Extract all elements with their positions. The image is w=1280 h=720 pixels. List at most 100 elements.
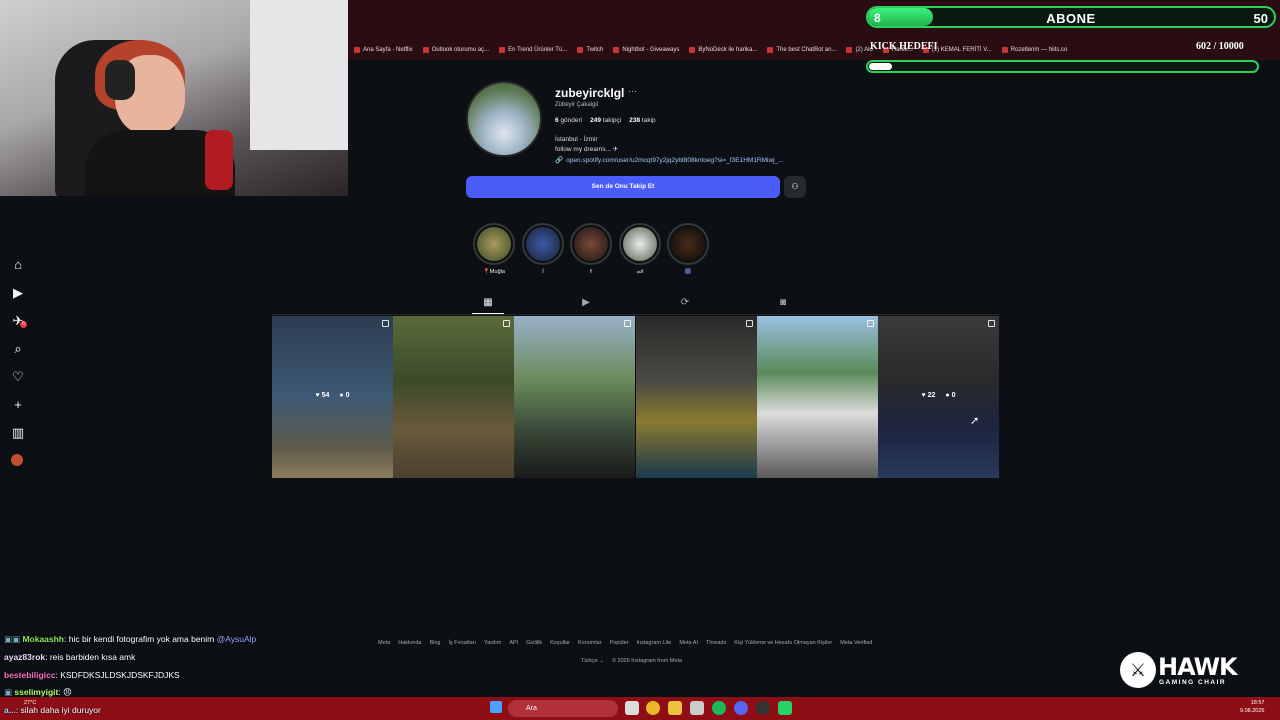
bookmark-favicon-icon	[846, 47, 853, 53]
store-icon[interactable]	[690, 701, 704, 715]
bio-line: follow my dreams... ✈	[555, 146, 619, 153]
whatsapp-icon[interactable]	[778, 701, 792, 715]
profile-avatar-icon[interactable]	[11, 454, 23, 466]
bookmark-favicon-icon	[1001, 47, 1008, 53]
footer-link[interactable]: Threads	[706, 640, 726, 646]
bio-link-text: open.spotify.com/user/u2mcqt97y2jq2ybt80…	[566, 156, 784, 164]
reels-icon[interactable]: ▶	[11, 286, 25, 300]
home-icon[interactable]: ⌂	[11, 258, 25, 272]
profile-stats: 6 gönderi 249 takipçi 238 takip	[555, 117, 656, 124]
footer-link[interactable]: Hakkında	[398, 640, 421, 646]
highlight-ring	[619, 223, 661, 265]
footer-link[interactable]: API	[509, 640, 518, 646]
file-explorer-icon[interactable]	[668, 701, 682, 715]
chat-badges-icon: ▣▣	[4, 634, 21, 644]
bookmark-item[interactable]: (2) Alo	[846, 47, 873, 53]
footer-link[interactable]: İş Fırsatları	[449, 640, 477, 646]
windows-start-icon[interactable]	[490, 701, 502, 713]
chat-username: a...	[4, 705, 16, 715]
obs-icon[interactable]	[756, 701, 770, 715]
bookmark-item[interactable]: En Trend Ürünler Tü...	[499, 47, 567, 53]
add-user-icon[interactable]: ⚇	[784, 176, 806, 198]
kick-goal-fill	[869, 63, 893, 70]
followers-count: 249	[590, 117, 601, 124]
footer-link[interactable]: Instagram Lite	[637, 640, 672, 646]
footer-link[interactable]: Meta Verified	[840, 640, 872, 646]
post-thumbnail[interactable]	[514, 316, 635, 478]
highlight-item[interactable]: 🎆	[667, 223, 709, 275]
more-options-icon[interactable]: ···	[628, 86, 637, 96]
highlight-ring	[667, 223, 709, 265]
footer-link[interactable]: Kişi Yükleme ve Hesabı Olmayan Kişiler	[734, 640, 832, 646]
post-thumbnail[interactable]	[636, 316, 757, 478]
posts-stat: 6 gönderi	[555, 117, 582, 124]
highlight-label: 📍Muğla	[483, 269, 505, 275]
highlight-item[interactable]: 🏎	[619, 223, 661, 275]
spotify-icon[interactable]	[712, 701, 726, 715]
likes-count: ♥ 22	[921, 392, 936, 399]
bookmark-item[interactable]: Nightbot - Giveaways	[613, 47, 679, 53]
highlight-item[interactable]: 📍Muğla	[473, 223, 515, 275]
bookmark-label: Rozetlerim — hiits.co	[1010, 47, 1068, 53]
bookmark-label: En Trend Ürünler Tü...	[508, 47, 568, 53]
footer-link[interactable]: Yardım	[484, 640, 501, 646]
bookmark-label: The best ChatBot an...	[776, 47, 837, 53]
post-thumbnail[interactable]: ♥ 22 ● 0	[878, 316, 999, 478]
heart-icon[interactable]: ♡	[11, 370, 25, 384]
footer-link[interactable]: Gizlilik	[526, 640, 542, 646]
dashboard-icon[interactable]: ▥	[11, 426, 25, 440]
footer-link[interactable]: Meta	[378, 640, 390, 646]
hawk-logo-icon: ⚔	[1120, 652, 1156, 688]
discord-icon[interactable]	[734, 701, 748, 715]
bookmark-favicon-icon	[422, 47, 429, 53]
footer-link[interactable]: Koşullar	[550, 640, 570, 646]
footer-link[interactable]: Popüler	[610, 640, 629, 646]
highlight-label: 🎆	[684, 269, 692, 275]
tagged-tab-icon[interactable]: ◙	[777, 297, 789, 309]
profile-avatar[interactable]	[466, 81, 542, 157]
bookmark-item[interactable]: The best ChatBot an...	[767, 47, 836, 53]
create-icon[interactable]: +	[11, 398, 25, 412]
highlight-ring	[473, 223, 515, 265]
post-stats-overlay: ♥ 54 ● 0	[272, 392, 393, 399]
link-icon: 🔗	[555, 157, 564, 164]
footer-link[interactable]: Konumlar	[578, 640, 602, 646]
posts-label: gönderi	[560, 117, 583, 124]
chat-text: : reis barbiden kısa amk	[45, 652, 136, 662]
chrome-icon[interactable]	[646, 701, 660, 715]
footer-link[interactable]: Meta AI	[679, 640, 698, 646]
bookmark-item[interactable]: Rozetlerim — hiits.co	[1001, 47, 1068, 53]
post-thumbnail[interactable]: ♥ 54 ● 0	[272, 316, 393, 478]
language-select[interactable]: Türkçe ⌄	[581, 658, 604, 664]
windows-taskbar	[0, 697, 1280, 720]
chat-message: a...: silah daha iyi duruyor	[4, 705, 101, 715]
bookmark-label: Twitch	[586, 47, 604, 53]
post-thumbnail[interactable]	[393, 316, 514, 478]
following-stat[interactable]: 238 takip	[629, 117, 655, 124]
taskbar-search[interactable]: Ara	[508, 700, 618, 717]
bookmark-item[interactable]: ByNoDeck ile harika...	[689, 47, 757, 53]
taskbar-clock[interactable]: 18:57 9.08.2026	[1240, 699, 1264, 715]
search-icon[interactable]: ⌕	[11, 342, 25, 356]
followers-stat[interactable]: 249 takipçi	[590, 117, 621, 124]
reposts-tab-icon[interactable]: ⟳	[679, 297, 691, 309]
post-thumbnail[interactable]	[757, 316, 878, 478]
highlight-item[interactable]: ✌	[570, 223, 612, 275]
following-count: 238	[629, 117, 641, 124]
reels-tab-icon[interactable]: ▶	[580, 297, 592, 309]
footer-bottom: Türkçe ⌄ © 2026 Instagram from Meta	[581, 658, 682, 664]
follow-button[interactable]: Sen de Onu Takip Et	[466, 176, 780, 198]
highlight-item[interactable]: İ	[522, 223, 564, 275]
kick-goal-value: 602 / 10000	[1196, 41, 1244, 52]
microphone	[205, 130, 233, 190]
grid-tab-icon[interactable]: ▦	[482, 297, 494, 309]
highlight-cover	[526, 227, 560, 261]
bookmark-item[interactable]: Ana Sayfa - Netflix	[354, 47, 413, 53]
bookmark-item[interactable]: Outlook oturumu aç...	[422, 47, 489, 53]
profile-fullname: Zübeyir Çakalgil	[555, 102, 599, 108]
bio-link[interactable]: 🔗 open.spotify.com/user/u2mcqt97y2jq2ybt…	[555, 156, 784, 165]
footer-link[interactable]: Blog	[429, 640, 440, 646]
webcam-background	[250, 0, 348, 150]
bookmark-item[interactable]: Twitch	[577, 47, 603, 53]
task-view-icon[interactable]	[625, 701, 639, 715]
